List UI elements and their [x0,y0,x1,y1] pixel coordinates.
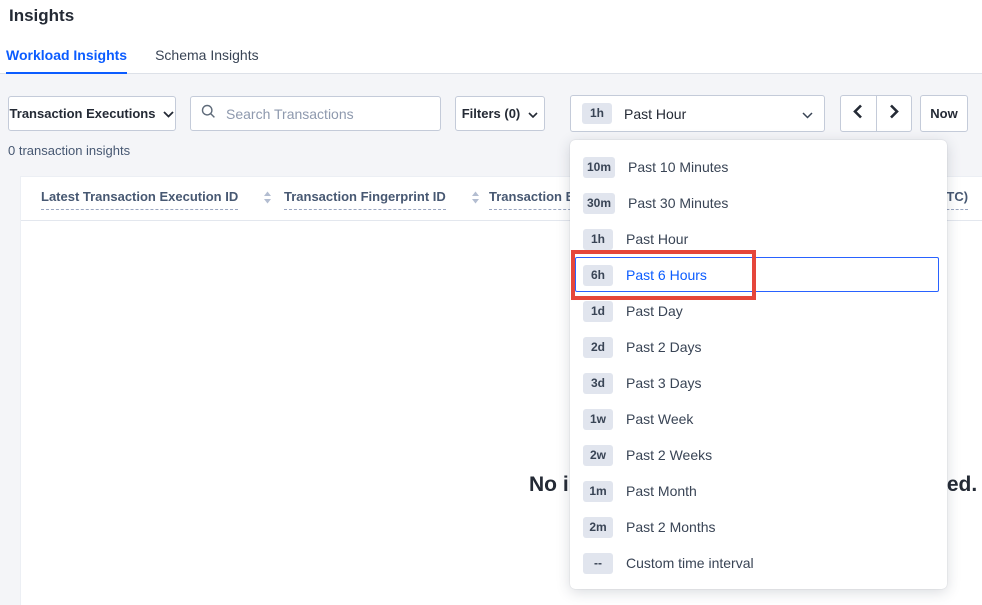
view-select-button[interactable]: Transaction Executions [8,96,176,131]
view-select-label: Transaction Executions [10,106,156,121]
time-interval-option[interactable]: 1d Past Day [570,293,947,329]
time-option-badge: -- [583,553,613,574]
sort-icon[interactable] [263,191,272,209]
time-option-badge: 2m [583,517,613,538]
time-option-label: Past 10 Minutes [628,159,728,175]
filters-label: Filters (0) [462,106,521,121]
time-interval-option[interactable]: 1m Past Month [570,473,947,509]
time-option-label: Past 2 Months [626,519,716,535]
search-input[interactable] [224,105,430,123]
column-header-label: Latest Transaction Execution ID [41,189,238,210]
tab-workload-insights[interactable]: Workload Insights [6,47,127,74]
sort-icon[interactable] [471,191,480,209]
time-interval-dropdown: 10m Past 10 Minutes 30m Past 30 Minutes … [570,140,947,589]
time-option-label: Past 2 Weeks [626,447,712,463]
column-header[interactable]: Transaction Fingerprint ID [284,189,480,210]
time-option-label: Past Day [626,303,683,319]
time-interval-option[interactable]: 10m Past 10 Minutes [570,149,947,185]
page-title: Insights [9,6,74,26]
time-interval-badge: 1h [582,103,612,124]
chevron-down-icon [163,106,174,121]
time-interval-option[interactable]: 2w Past 2 Weeks [570,437,947,473]
time-option-label: Custom time interval [626,555,754,571]
time-interval-option[interactable]: 1h Past Hour [570,221,947,257]
column-header[interactable]: Transaction Ex [489,189,581,210]
time-interval-selector[interactable]: 1h Past Hour [570,95,825,132]
time-step-buttons [840,95,912,132]
time-option-badge: 10m [583,157,615,178]
time-option-badge: 3d [583,373,613,394]
time-option-badge: 1h [583,229,613,250]
chevron-left-icon [853,104,863,124]
time-interval-option[interactable]: 2m Past 2 Months [570,509,947,545]
time-option-label: Past 3 Days [626,375,701,391]
time-interval-option[interactable]: 30m Past 30 Minutes [570,185,947,221]
page-header: Insights Workload Insights Schema Insigh… [0,0,982,74]
time-option-label: Past Week [626,411,693,427]
next-interval-button[interactable] [876,96,912,131]
insights-count: 0 transaction insights [8,143,130,158]
time-option-label: Past 2 Days [626,339,701,355]
chevron-right-icon [889,104,899,124]
tab-schema-insights[interactable]: Schema Insights [155,47,259,74]
column-header-label: Transaction Fingerprint ID [284,189,446,210]
time-option-badge: 1d [583,301,613,322]
time-interval-label: Past Hour [624,106,686,122]
time-option-badge: 1m [583,481,613,502]
time-option-label: Past 30 Minutes [628,195,728,211]
column-header-label: Transaction Ex [489,189,581,210]
column-header[interactable]: Latest Transaction Execution ID [41,189,272,210]
time-option-badge: 6h [583,265,613,286]
time-interval-option[interactable]: 2d Past 2 Days [570,329,947,365]
now-button[interactable]: Now [920,95,968,132]
time-interval-option[interactable]: 6h Past 6 Hours [570,257,947,293]
search-icon [201,104,216,124]
time-interval-option[interactable]: 3d Past 3 Days [570,365,947,401]
time-option-label: Past Month [626,483,697,499]
time-interval-option[interactable]: -- Custom time interval [570,545,947,581]
time-option-label: Past Hour [626,231,688,247]
tab-bar: Workload Insights Schema Insights [6,47,259,74]
time-interval-option[interactable]: 1w Past Week [570,401,947,437]
time-option-badge: 1w [583,409,613,430]
chevron-down-icon [528,106,538,121]
search-box[interactable] [190,96,441,131]
previous-interval-button[interactable] [841,96,876,131]
time-option-label: Past 6 Hours [626,267,707,283]
chevron-down-icon [802,106,813,122]
time-option-badge: 2w [583,445,613,466]
time-option-badge: 30m [583,193,615,214]
time-option-badge: 2d [583,337,613,358]
filters-button[interactable]: Filters (0) [455,96,545,131]
